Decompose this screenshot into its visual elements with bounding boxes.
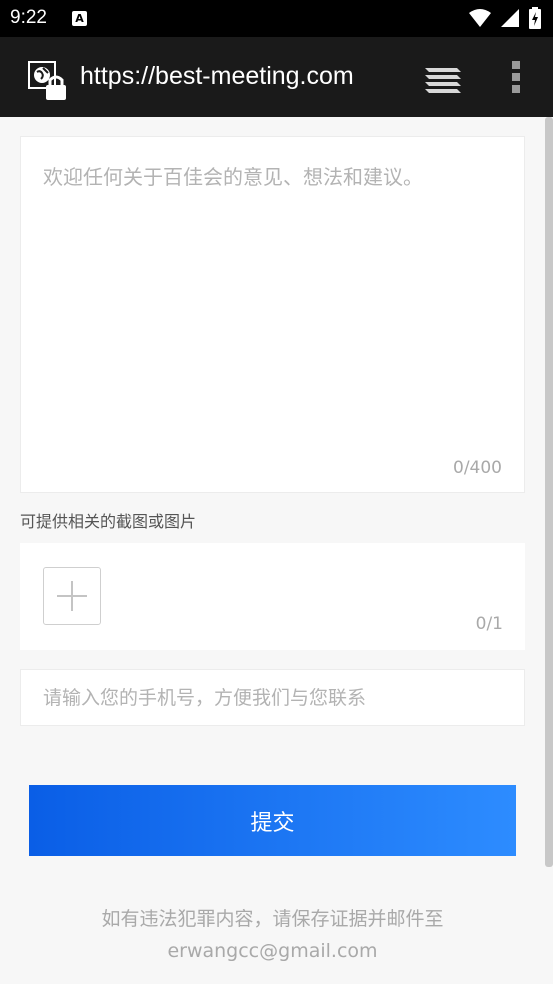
signal-icon — [501, 9, 519, 27]
scrollbar[interactable] — [545, 117, 553, 867]
status-icons — [469, 7, 541, 29]
footer-notice: 如有违法犯罪内容，请保存证据并邮件至 erwangcc@gmail.com — [0, 903, 545, 967]
feedback-textarea[interactable] — [21, 137, 524, 492]
upload-box: 0/1 — [20, 543, 525, 650]
footer-notice-text: 如有违法犯罪内容，请保存证据并邮件至 — [101, 908, 444, 930]
url-bar[interactable]: https://best-meeting.com — [80, 62, 354, 91]
phone-input[interactable] — [21, 670, 524, 725]
notification-a-icon: A — [72, 11, 87, 26]
plus-icon — [57, 581, 87, 611]
add-image-button[interactable] — [43, 567, 101, 625]
upload-label: 可提供相关的截图或图片 — [20, 512, 197, 531]
status-bar: 9:22 A — [0, 0, 553, 37]
upload-counter: 0/1 — [475, 614, 503, 634]
wifi-icon — [469, 9, 491, 27]
battery-charging-icon — [529, 7, 541, 29]
phone-box — [20, 669, 525, 726]
submit-button[interactable]: 提交 — [29, 785, 516, 856]
feedback-char-counter: 0/400 — [453, 458, 502, 478]
tabs-icon[interactable] — [423, 64, 463, 94]
browser-toolbar: https://best-meeting.com — [0, 37, 553, 117]
site-secure-icon[interactable] — [28, 61, 68, 101]
status-time: 9:22 — [10, 7, 47, 28]
feedback-box: 0/400 — [20, 136, 525, 493]
overflow-menu-icon[interactable] — [510, 59, 522, 95]
footer-email[interactable]: erwangcc@gmail.com — [0, 935, 545, 967]
